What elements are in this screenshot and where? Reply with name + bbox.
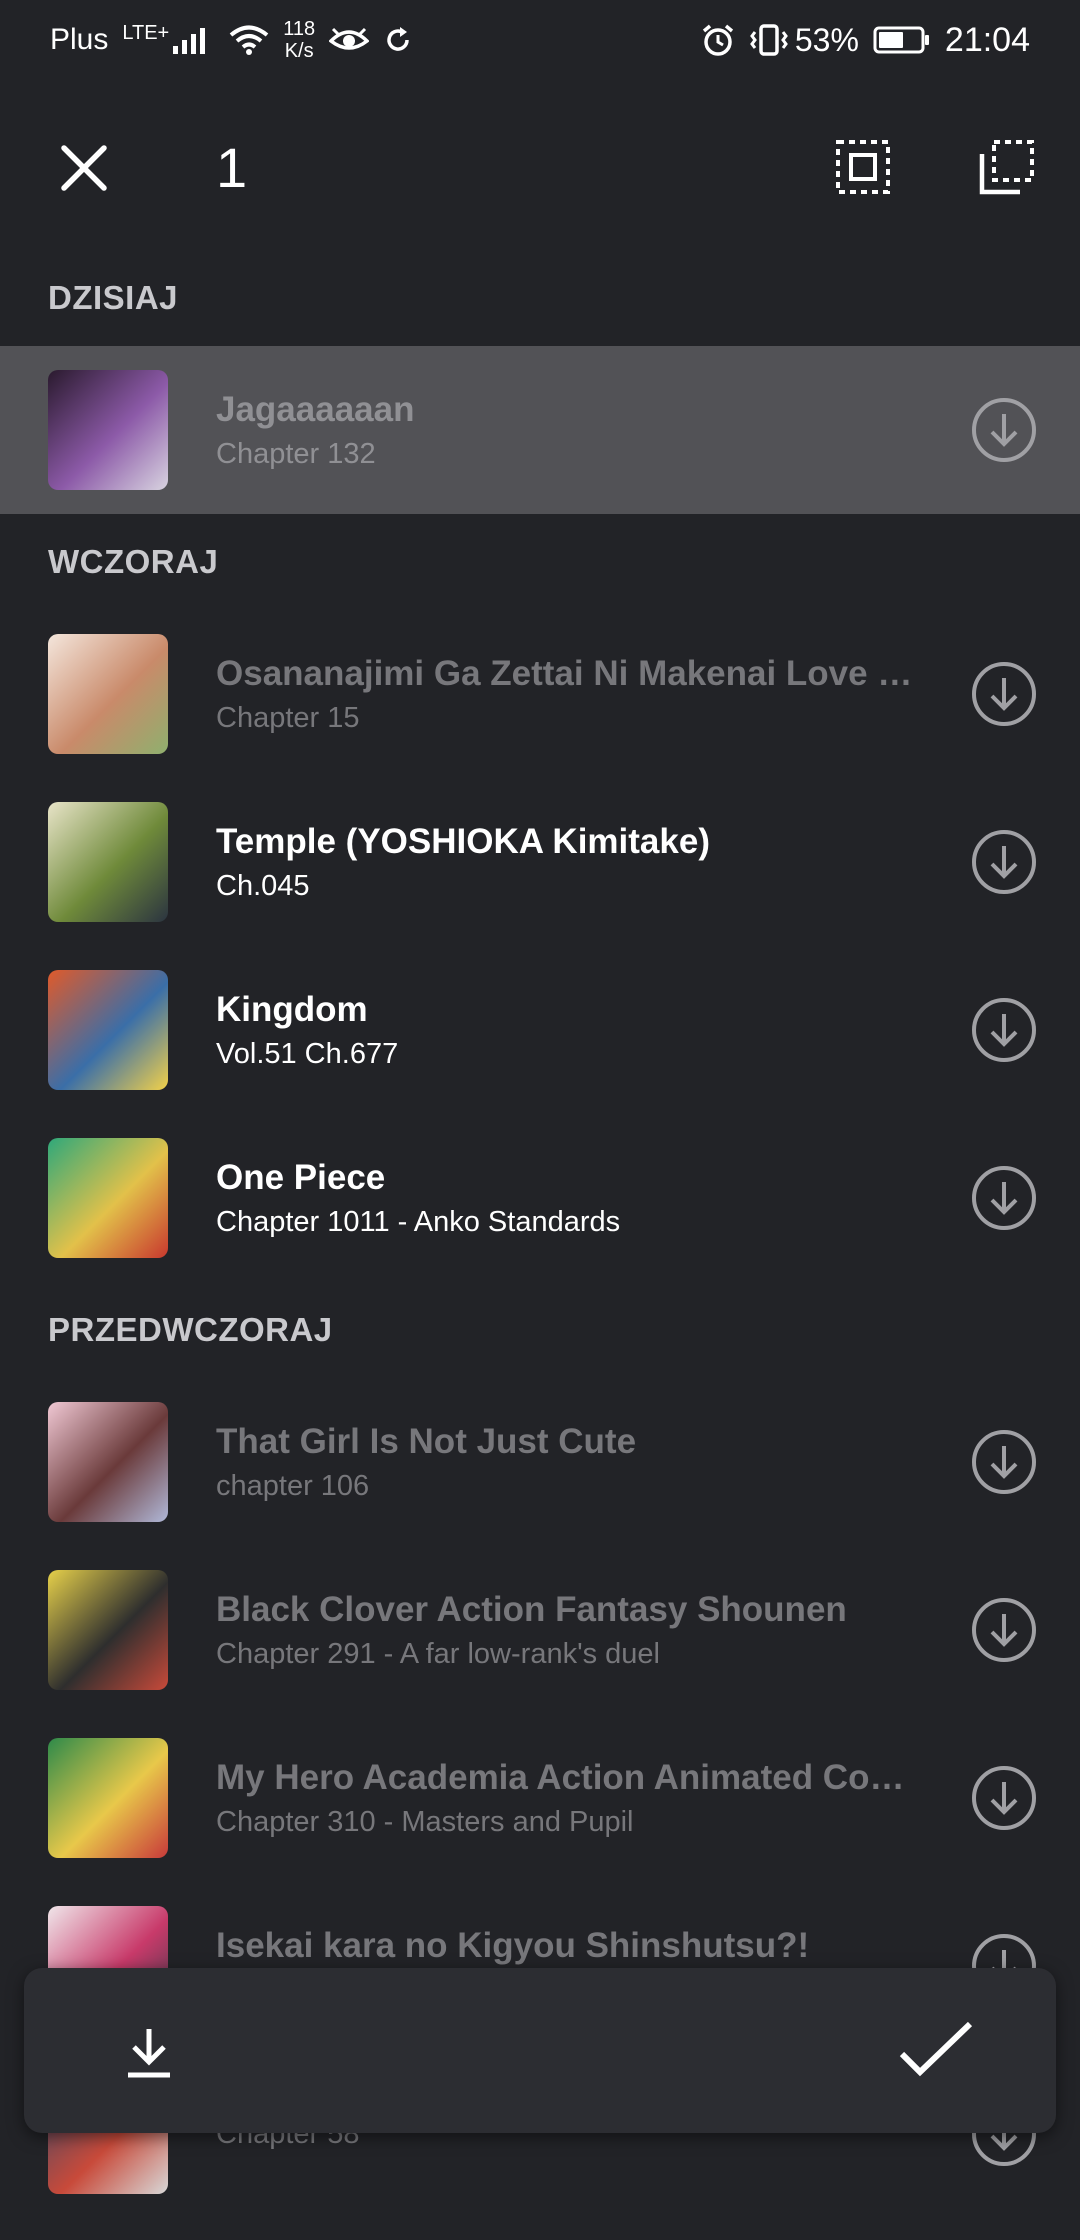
chapter-name: Chapter 15 xyxy=(216,702,360,734)
selection-action-bar xyxy=(24,1968,1056,2133)
chapter-row[interactable]: Black Clover Action Fantasy Shounen Chapt… xyxy=(0,1546,1080,1714)
manga-cover-thumbnail xyxy=(48,1570,168,1690)
manga-title: That Girl Is Not Just Cute xyxy=(216,1422,637,1461)
manga-title: Jagaaaaaan xyxy=(216,390,415,429)
chapter-text: One Piece Chapter 1011 - Anko Standards xyxy=(216,1156,916,1242)
signal-icon xyxy=(173,28,206,54)
checkmark-icon xyxy=(899,2021,973,2077)
download-chapter-icon[interactable] xyxy=(970,660,1038,728)
manga-cover-thumbnail xyxy=(48,1138,168,1258)
download-chapter-icon[interactable] xyxy=(970,828,1038,896)
close-icon xyxy=(61,145,107,191)
chapter-row[interactable]: One Piece Chapter 1011 - Anko Standards xyxy=(0,1114,1080,1282)
chapter-text: Osananajimi Ga Zettai Ni Makenai Love … C… xyxy=(216,652,916,738)
wifi-icon xyxy=(229,25,269,55)
download-chapter-icon[interactable] xyxy=(970,1428,1038,1496)
chapter-name: Chapter 132 xyxy=(216,438,376,470)
chapter-row[interactable]: My Hero Academia Action Animated Com… Cha… xyxy=(0,1714,1080,1882)
manga-title: Temple (YOSHIOKA Kimitake) xyxy=(216,822,710,861)
manga-cover-thumbnail xyxy=(48,634,168,754)
select-all-icon xyxy=(836,140,890,194)
updates-screen: Plus LTE+ 118 K/s 53% 21:04 1 DZISIAJ Ja… xyxy=(0,0,1080,2240)
download-chapter-icon[interactable] xyxy=(970,396,1038,464)
download-icon xyxy=(128,2029,170,2078)
section-header: PRZEDWCZORAJ xyxy=(48,1311,333,1348)
section-header: DZISIAJ xyxy=(48,279,179,316)
chapter-name: Chapter 310 - Masters and Pupil xyxy=(216,1806,634,1838)
chapter-name: Chapter 1011 - Anko Standards xyxy=(216,1206,621,1238)
manga-cover-thumbnail xyxy=(48,802,168,922)
chapter-text: Kingdom Vol.51 Ch.677 xyxy=(216,988,916,1074)
chapter-row[interactable]: That Girl Is Not Just Cute chapter 106 xyxy=(0,1378,1080,1546)
chapter-name: Vol.51 Ch.677 xyxy=(216,1038,399,1070)
status-bar-right: 53% 21:04 xyxy=(701,21,1030,60)
chapter-text: Jagaaaaaan Chapter 132 xyxy=(216,388,916,474)
carrier-label: Plus xyxy=(50,23,109,56)
download-chapter-icon[interactable] xyxy=(970,1596,1038,1664)
section-header: WCZORAJ xyxy=(48,543,219,580)
manga-cover-thumbnail xyxy=(48,370,168,490)
manga-title: Kingdom xyxy=(216,990,368,1029)
manga-cover-thumbnail xyxy=(48,1402,168,1522)
battery-percent: 53% xyxy=(794,21,859,58)
manga-title: Black Clover Action Fantasy Shounen xyxy=(216,1590,847,1629)
status-bar: Plus LTE+ 118 K/s 53% 21:04 xyxy=(0,0,1080,80)
selection-app-bar: 1 xyxy=(0,80,1080,250)
clock: 21:04 xyxy=(944,20,1030,59)
vibrate-icon xyxy=(749,24,788,56)
sync-icon xyxy=(387,27,409,51)
chapter-row[interactable]: Jagaaaaaan Chapter 132 xyxy=(0,346,1080,514)
download-selected-button[interactable] xyxy=(114,2018,184,2088)
battery-icon xyxy=(873,26,929,54)
select-all-button[interactable] xyxy=(826,130,900,204)
chapter-text: Isekai kara no Kigyou Shinshutsu?! xyxy=(216,1924,916,1970)
chapter-name: Ch.045 xyxy=(216,870,310,902)
alarm-icon xyxy=(702,24,733,56)
chapter-text: My Hero Academia Action Animated Com… Cha… xyxy=(216,1756,916,1842)
manga-title: One Piece xyxy=(216,1158,386,1197)
chapter-text: Black Clover Action Fantasy Shounen Chapt… xyxy=(216,1588,916,1674)
eye-icon xyxy=(329,27,370,50)
chapter-name: chapter 106 xyxy=(216,1470,370,1502)
net-speed-unit: K/s xyxy=(284,40,314,62)
download-chapter-icon[interactable] xyxy=(970,1164,1038,1232)
manga-title: Osananajimi Ga Zettai Ni Makenai Love … xyxy=(216,654,913,693)
net-speed-value: 118 xyxy=(283,18,316,40)
manga-title: Isekai kara no Kigyou Shinshutsu?! xyxy=(216,1926,810,1965)
manga-cover-thumbnail xyxy=(48,970,168,1090)
select-inverse-button[interactable] xyxy=(970,130,1044,204)
manga-cover-thumbnail xyxy=(48,1738,168,1858)
chapter-row[interactable]: Osananajimi Ga Zettai Ni Makenai Love … C… xyxy=(0,610,1080,778)
download-chapter-icon[interactable] xyxy=(970,1764,1038,1832)
chapter-name: Chapter 291 - A far low-rank's duel xyxy=(216,1638,660,1670)
chapter-row[interactable]: Temple (YOSHIOKA Kimitake) Ch.045 xyxy=(0,778,1080,946)
network-type: LTE+ xyxy=(122,22,170,44)
status-bar-left: Plus LTE+ 118 K/s xyxy=(50,18,413,62)
chapter-row[interactable]: Kingdom Vol.51 Ch.677 xyxy=(0,946,1080,1114)
net-speed: 118 K/s xyxy=(283,18,315,62)
selected-count: 1 xyxy=(216,136,248,199)
manga-title: My Hero Academia Action Animated Com… xyxy=(216,1758,916,1797)
download-chapter-icon[interactable] xyxy=(970,996,1038,1064)
chapter-text: Temple (YOSHIOKA Kimitake) Ch.045 xyxy=(216,820,916,906)
select-inverse-icon xyxy=(979,140,1034,195)
close-selection-button[interactable] xyxy=(48,132,120,204)
chapter-text: That Girl Is Not Just Cute chapter 106 xyxy=(216,1420,916,1506)
updates-list: DZISIAJ Jagaaaaaan Chapter 132 WCZORAJ Osana… xyxy=(0,250,1080,2218)
mark-as-read-button[interactable] xyxy=(894,2012,978,2088)
